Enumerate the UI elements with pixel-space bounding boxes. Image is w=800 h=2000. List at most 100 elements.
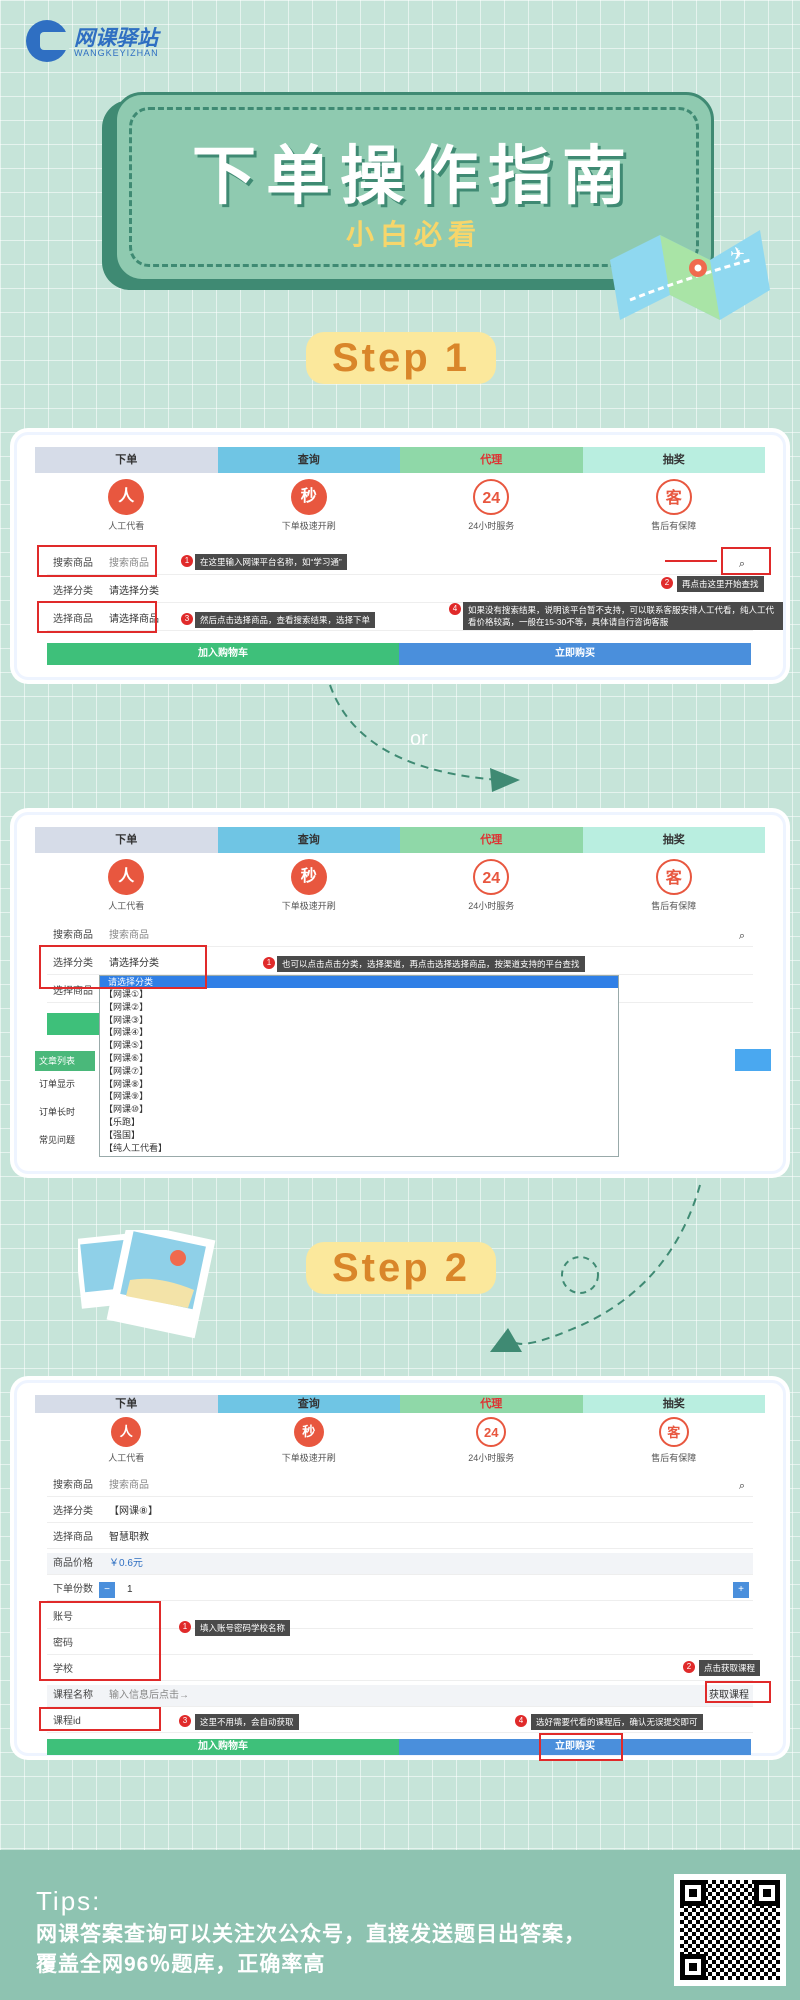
support-icon: 客 (655, 479, 692, 515)
highlight-credentials (39, 1601, 161, 1681)
support-icon: 客 (655, 859, 692, 895)
tip-2: 再点击这里开始查找 (677, 576, 764, 592)
tips-footer: Tips: 网课答案查询可以关注次公众号，直接发送题目出答案， 覆盖全网96％题… (0, 1850, 800, 2000)
service-icons: 人人工代看 秒下单极速开刷 24 24小时服务 客售后有保障 (35, 853, 765, 919)
article-item[interactable]: 订单长时 (39, 1105, 75, 1118)
dropdown-option[interactable]: 【网课⑧】 (100, 1078, 618, 1091)
support-icon: 客 (658, 1417, 689, 1447)
tab-lottery[interactable]: 抽奖 (582, 447, 765, 473)
dropdown-option[interactable]: 【网课①】 (100, 988, 618, 1001)
quantity-stepper[interactable]: 下单份数 − 1 + (47, 1579, 753, 1601)
add-cart-button[interactable]: 加入购物车 (47, 1739, 399, 1755)
search-row[interactable]: 搜索商品 搜索商品 ⌕ (47, 1475, 753, 1497)
dropdown-option[interactable]: 【网课②】 (100, 1001, 618, 1014)
minus-icon[interactable]: − (99, 1582, 115, 1598)
article-item[interactable]: 常见问题 (39, 1133, 75, 1146)
tip-3: 然后点击选择商品，查看搜索结果，选择下单 (195, 612, 376, 628)
highlight-get-course (705, 1681, 771, 1703)
tip-2: 点击获取课程 (699, 1660, 761, 1676)
step1-label: Step 1 (306, 332, 496, 384)
clock-24-icon: 24 (473, 479, 510, 515)
step2-screenshot: 下单 查询 代理 抽奖 人人工代看 秒下单极速开刷 24 24小时服务 客售后有保… (14, 1380, 786, 1761)
search-row[interactable]: 搜索商品 搜索商品 ⌕ (47, 925, 753, 947)
highlight-product (37, 601, 157, 633)
tab-agent[interactable]: 代理 (400, 1395, 583, 1413)
brand-pinyin: WANGKEYIZHAN (74, 48, 159, 58)
tab-bar: 下单 查询 代理 抽奖 (35, 1395, 765, 1413)
arrow-right-icon (665, 560, 717, 562)
dashed-arrow-icon (329, 684, 520, 792)
clock-24-icon: 24 (473, 859, 510, 895)
seconds-icon: 秒 (290, 479, 327, 515)
brand-logo: 网课驿站 WANGKEYIZHAN (26, 20, 196, 64)
article-item[interactable]: 订单显示 (39, 1077, 75, 1090)
tab-lottery[interactable]: 抽奖 (582, 1395, 765, 1413)
tip-1: 也可以点击点击分类，选择渠道，再点击选择选择商品，按渠道支持的平台查找 (277, 956, 585, 972)
tip-4: 如果没有搜索结果，说明该平台暂不支持，可以联系客服安排人工代看，纯人工代看价格较… (463, 602, 783, 630)
svg-text:✈: ✈ (730, 244, 745, 265)
highlight-category (39, 945, 207, 989)
person-icon: 人 (108, 859, 145, 895)
dropdown-option[interactable]: 【乐跑】 (100, 1116, 618, 1129)
article-list-header: 文章列表 (35, 1051, 95, 1071)
person-icon: 人 (108, 479, 145, 515)
highlight-search (37, 545, 157, 577)
plus-icon[interactable]: + (733, 1582, 749, 1598)
tab-agent[interactable]: 代理 (400, 447, 583, 473)
tab-bar: 下单 查询 代理 抽奖 (35, 827, 765, 853)
or-label: or (410, 728, 428, 750)
search-icon[interactable]: ⌕ (739, 1475, 745, 1497)
tips-title: Tips: (36, 1886, 102, 1916)
tab-query[interactable]: 查询 (217, 827, 400, 853)
tab-order[interactable]: 下单 (35, 447, 218, 473)
dropdown-option[interactable]: 【强国】 (100, 1129, 618, 1142)
tab-bar: 下单 查询 代理 抽奖 (35, 447, 765, 473)
beach-photo-icon (78, 1230, 216, 1339)
tab-order[interactable]: 下单 (35, 827, 218, 853)
dashed-arrow-icon (490, 1184, 701, 1352)
map-icon: ✈ (610, 230, 770, 320)
dropdown-option[interactable]: 【纯人工代看】 (100, 1142, 618, 1155)
tab-query[interactable]: 查询 (217, 1395, 400, 1413)
service-icons: 人人工代看 秒下单极速开刷 24 24小时服务 客售后有保障 (35, 473, 765, 539)
category-row[interactable]: 选择分类 请选择分类 (47, 581, 753, 603)
tab-lottery[interactable]: 抽奖 (582, 827, 765, 853)
tab-agent[interactable]: 代理 (400, 827, 583, 853)
add-cart-button[interactable] (47, 1013, 99, 1035)
dropdown-option[interactable]: 【网课⑩】 (100, 1103, 618, 1116)
tips-line-2: 覆盖全网96％题库，正确率高 (36, 1953, 326, 1976)
tab-query[interactable]: 查询 (217, 447, 400, 473)
tip-1: 在这里输入网课平台名称，如“学习通” (195, 554, 347, 570)
seconds-icon: 秒 (290, 859, 327, 895)
tips-line-1: 网课答案查询可以关注次公众号，直接发送题目出答案， (36, 1923, 586, 1946)
dropdown-option[interactable]: 【网课③】 (100, 1014, 618, 1027)
tab-order[interactable]: 下单 (35, 1395, 218, 1413)
price-row: 商品价格 ￥0.6元 (47, 1553, 753, 1575)
clock-24-icon: 24 (476, 1417, 507, 1447)
category-dropdown[interactable]: 请选择分类 【网课①】 【网课②】 【网课③】 【网课④】 【网课⑤】 【网课⑥… (99, 975, 619, 1157)
dropdown-option[interactable]: 【网课④】 (100, 1026, 618, 1039)
tip-4: 选好需要代看的课程后，确认无误提交即可 (531, 1714, 703, 1730)
step1-screenshot: 下单 查询 代理 抽奖 人人工代看 秒下单极速开刷 24 24小时服务 客售后有保… (14, 432, 786, 680)
person-icon: 人 (111, 1417, 142, 1447)
highlight-buy-now (539, 1733, 623, 1761)
dropdown-option[interactable]: 【网课⑨】 (100, 1090, 618, 1103)
course-name-field[interactable]: 课程名称 输入信息后点击→ 获取课程 (47, 1685, 753, 1707)
step2-label: Step 2 (306, 1242, 496, 1294)
dropdown-option[interactable]: 【网课⑤】 (100, 1039, 618, 1052)
buy-now-button[interactable]: 立即购买 (399, 643, 751, 665)
highlight-search-btn (721, 547, 771, 575)
service-icons: 人人工代看 秒下单极速开刷 24 24小时服务 客售后有保障 (35, 1413, 765, 1469)
search-icon[interactable]: ⌕ (739, 925, 745, 947)
seconds-icon: 秒 (293, 1417, 324, 1447)
tip-3: 这里不用填，会自动获取 (195, 1714, 299, 1730)
highlight-course-id (39, 1707, 161, 1731)
product-row[interactable]: 选择商品 智慧职教 (47, 1527, 753, 1549)
step1-alt-screenshot: 下单 查询 代理 抽奖 人人工代看 秒下单极速开刷 24 24小时服务 客售后有保… (14, 812, 786, 1174)
dropdown-option[interactable]: 【网课⑥】 (100, 1052, 618, 1065)
add-cart-button[interactable]: 加入购物车 (47, 643, 399, 665)
tip-1: 填入账号密码学校名称 (195, 1620, 291, 1636)
category-row[interactable]: 选择分类 【网课⑧】 (47, 1501, 753, 1523)
brand-logo-icon (26, 20, 70, 62)
dropdown-option[interactable]: 【网课⑦】 (100, 1065, 618, 1078)
